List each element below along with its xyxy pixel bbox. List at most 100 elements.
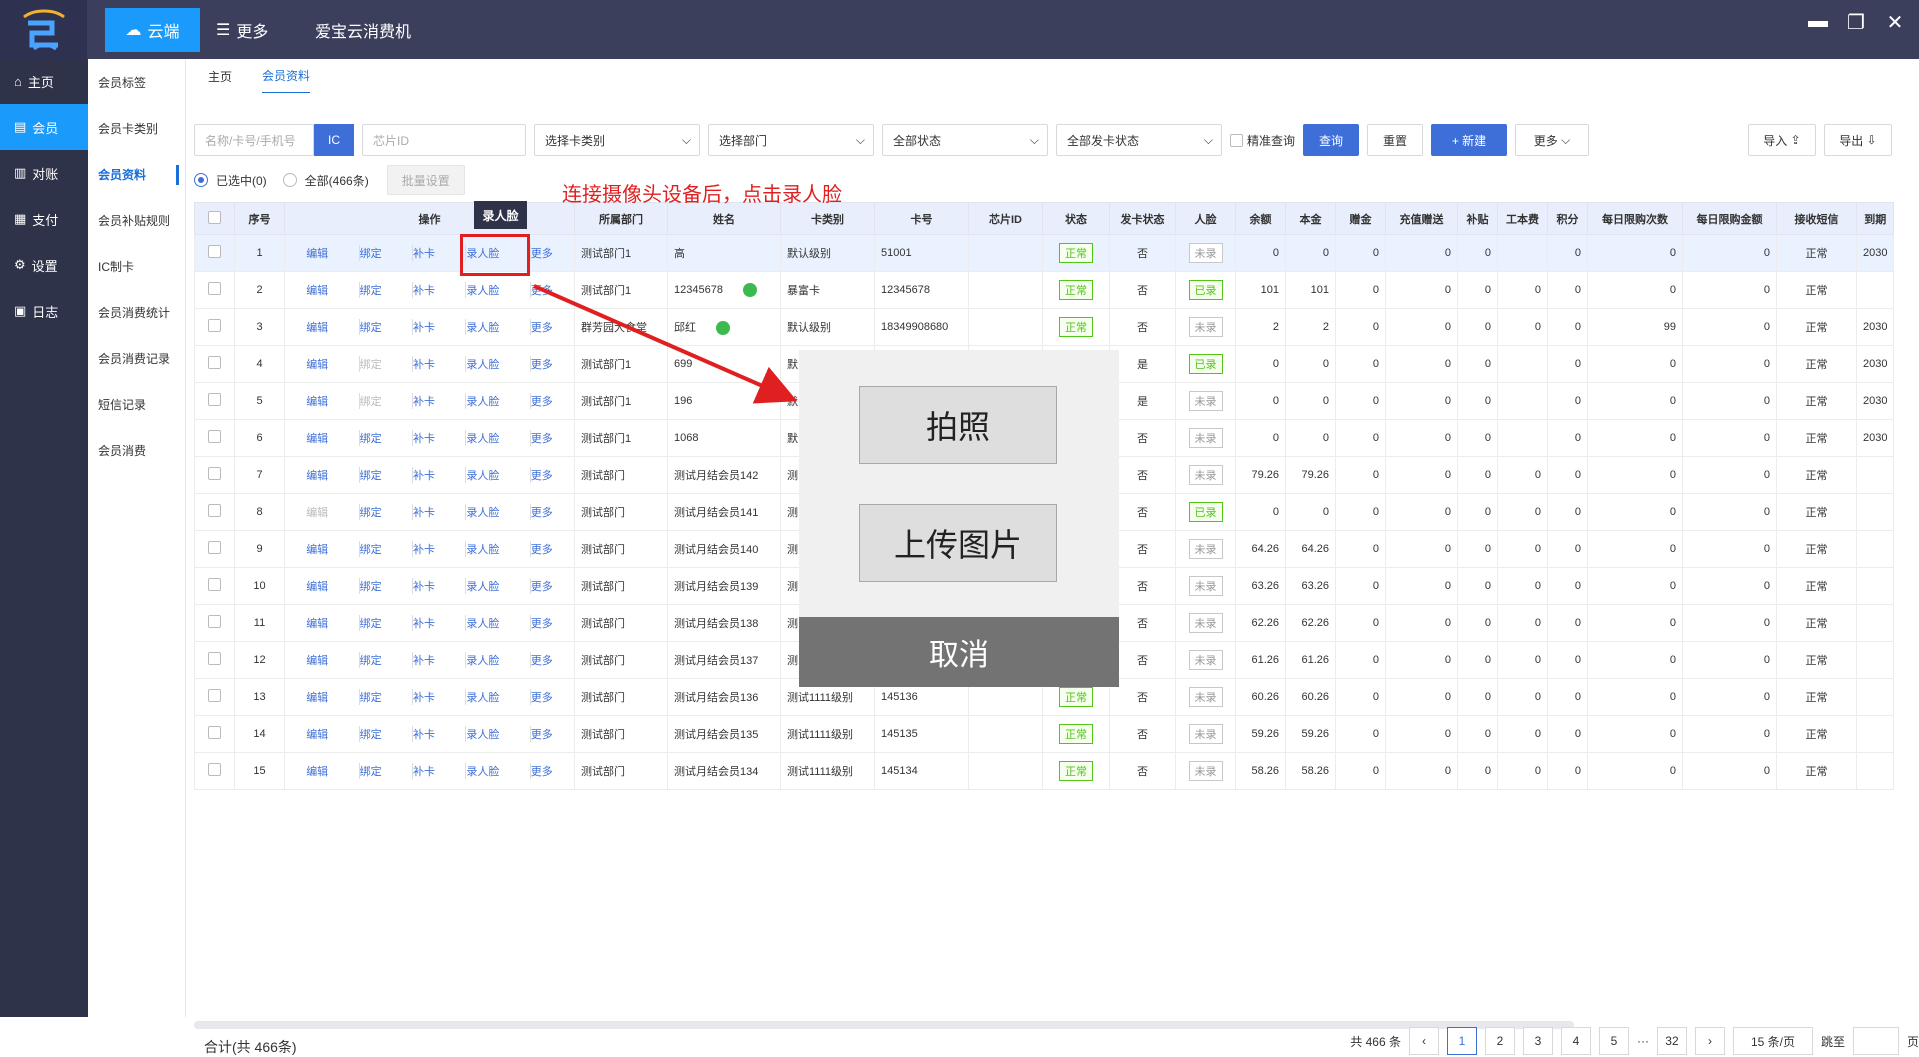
row-checkbox[interactable]	[194, 752, 235, 790]
reset-button[interactable]: 重置	[1367, 124, 1424, 156]
prev-page-button[interactable]: ‹	[1408, 1027, 1439, 1055]
export-button[interactable]: 导出 ⇩	[1824, 124, 1893, 156]
restore-icon[interactable]: ❐	[1841, 10, 1871, 35]
close-icon[interactable]: ✕	[1880, 10, 1910, 35]
edit-link[interactable]: 编辑	[306, 356, 328, 372]
reissue-link[interactable]: 补卡	[411, 689, 435, 705]
bind-link[interactable]: 绑定	[358, 504, 382, 520]
sidebar-item-pay[interactable]: ▦ 支付	[0, 196, 88, 242]
record-face-link[interactable]: 录人脸	[465, 726, 499, 742]
next-page-button[interactable]: ›	[1694, 1027, 1725, 1055]
bind-link[interactable]: 绑定	[358, 652, 382, 668]
goto-page-input[interactable]	[1852, 1027, 1899, 1055]
reissue-link[interactable]: 补卡	[411, 393, 435, 409]
subnav-sms-records[interactable]: 短信记录	[88, 381, 185, 427]
bind-link[interactable]: 绑定	[358, 356, 382, 372]
edit-link[interactable]: 编辑	[306, 763, 328, 779]
subnav-consume-records[interactable]: 会员消费记录	[88, 335, 185, 381]
row-checkbox[interactable]	[194, 456, 235, 494]
reissue-link[interactable]: 补卡	[411, 763, 435, 779]
sidebar-item-log[interactable]: ▣ 日志	[0, 288, 88, 334]
page-button[interactable]: 5	[1598, 1027, 1629, 1055]
reissue-link[interactable]: 补卡	[411, 652, 435, 668]
edit-link[interactable]: 编辑	[306, 504, 328, 520]
cancel-button[interactable]: 取消	[799, 617, 1119, 687]
search-input[interactable]: 名称/卡号/手机号	[194, 124, 314, 156]
edit-link[interactable]: 编辑	[306, 393, 328, 409]
edit-link[interactable]: 编辑	[306, 689, 328, 705]
more-link[interactable]: 更多	[529, 319, 553, 335]
row-checkbox[interactable]	[194, 567, 235, 605]
tab-more[interactable]: ☰ 更多	[216, 8, 268, 52]
reissue-link[interactable]: 补卡	[411, 541, 435, 557]
reissue-link[interactable]: 补卡	[411, 319, 435, 335]
sidebar-item-reconcile[interactable]: ▥ 对账	[0, 150, 88, 196]
record-face-link[interactable]: 录人脸	[465, 467, 499, 483]
minimize-icon[interactable]: ▬	[1803, 10, 1833, 33]
ic-button[interactable]: IC	[314, 124, 354, 156]
row-checkbox[interactable]	[194, 345, 235, 383]
more-link[interactable]: 更多	[529, 615, 553, 631]
upload-image-button[interactable]: 上传图片	[859, 504, 1057, 582]
row-checkbox[interactable]	[194, 493, 235, 531]
reissue-link[interactable]: 补卡	[411, 282, 435, 298]
more-link[interactable]: 更多	[529, 282, 553, 298]
table-row[interactable]: 14 编辑 绑定 补卡 录人脸 更多 测试部门 测试月结会员135 测试1111级别 145135…	[194, 715, 1895, 753]
page-button[interactable]: 4	[1560, 1027, 1591, 1055]
more-link[interactable]: 更多	[529, 689, 553, 705]
record-face-link[interactable]: 录人脸	[465, 282, 499, 298]
more-dropdown[interactable]: 更多 ⌵	[1515, 124, 1590, 156]
sidebar-item-settings[interactable]: ⚙ 设置	[0, 242, 88, 288]
new-button[interactable]: + 新建	[1431, 124, 1508, 156]
status-select[interactable]: 全部状态 ⌵	[882, 124, 1048, 156]
record-face-link[interactable]: 录人脸	[465, 393, 499, 409]
tab-home[interactable]: 主页	[208, 68, 232, 85]
edit-link[interactable]: 编辑	[306, 578, 328, 594]
subnav-member-tags[interactable]: 会员标签	[88, 59, 185, 105]
more-link[interactable]: 更多	[529, 578, 553, 594]
record-face-link[interactable]: 录人脸	[465, 689, 499, 705]
table-row[interactable]: 2 编辑 绑定 补卡 录人脸 更多 测试部门1 12345678 暴富卡 12345678 正常否已…	[194, 271, 1895, 309]
row-checkbox[interactable]	[194, 382, 235, 420]
chip-id-input[interactable]: 芯片ID	[362, 124, 526, 156]
bind-link[interactable]: 绑定	[358, 763, 382, 779]
radio-all[interactable]	[282, 173, 297, 187]
row-checkbox[interactable]	[194, 308, 235, 346]
table-row[interactable]: 3 编辑 绑定 补卡 录人脸 更多 群芳园大食堂 邱红 默认级别 18349908680 正常否未录…	[194, 308, 1895, 346]
reissue-link[interactable]: 补卡	[411, 504, 435, 520]
radio-selected[interactable]	[194, 173, 208, 187]
card-type-select[interactable]: 选择卡类别 ⌵	[534, 124, 700, 156]
more-link[interactable]: 更多	[529, 726, 553, 742]
query-button[interactable]: 查询	[1303, 124, 1360, 156]
select-all-header[interactable]	[194, 202, 235, 235]
subnav-consume-stats[interactable]: 会员消费统计	[88, 289, 185, 335]
bind-link[interactable]: 绑定	[358, 615, 382, 631]
bind-link[interactable]: 绑定	[358, 578, 382, 594]
reissue-link[interactable]: 补卡	[411, 356, 435, 372]
row-checkbox[interactable]	[194, 271, 235, 309]
edit-link[interactable]: 编辑	[306, 245, 328, 261]
page-button[interactable]: 1	[1446, 1027, 1477, 1055]
record-face-link[interactable]: 录人脸	[465, 763, 499, 779]
bind-link[interactable]: 绑定	[358, 393, 382, 409]
batch-settings-button[interactable]: 批量设置	[386, 165, 465, 195]
edit-link[interactable]: 编辑	[306, 541, 328, 557]
bind-link[interactable]: 绑定	[358, 467, 382, 483]
take-photo-button[interactable]: 拍照	[859, 386, 1057, 464]
subnav-subsidy-rules[interactable]: 会员补贴规则	[88, 197, 185, 243]
reissue-link[interactable]: 补卡	[411, 245, 435, 261]
bind-link[interactable]: 绑定	[358, 319, 382, 335]
record-face-link[interactable]: 录人脸	[465, 652, 499, 668]
bind-link[interactable]: 绑定	[358, 282, 382, 298]
sidebar-item-home[interactable]: ⌂ 主页	[0, 58, 88, 104]
record-face-link[interactable]: 录人脸	[465, 504, 499, 520]
reissue-link[interactable]: 补卡	[411, 430, 435, 446]
record-face-link[interactable]: 录人脸	[465, 430, 499, 446]
edit-link[interactable]: 编辑	[306, 615, 328, 631]
table-row[interactable]: 15 编辑 绑定 补卡 录人脸 更多 测试部门 测试月结会员134 测试1111级别 145134…	[194, 752, 1895, 790]
row-checkbox[interactable]	[194, 641, 235, 679]
exact-query-checkbox[interactable]: 精准查询	[1230, 132, 1295, 149]
bind-link[interactable]: 绑定	[358, 245, 382, 261]
reissue-link[interactable]: 补卡	[411, 726, 435, 742]
row-checkbox[interactable]	[194, 419, 235, 457]
